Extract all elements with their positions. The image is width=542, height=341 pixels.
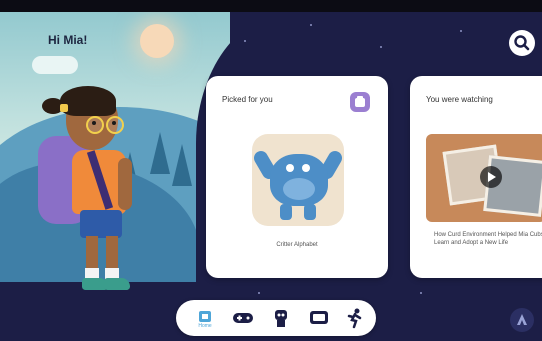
content-thumbnail[interactable] <box>252 134 344 226</box>
star <box>310 24 312 26</box>
search-button[interactable] <box>509 30 535 56</box>
search-icon <box>514 35 530 51</box>
nav-home-label: Home <box>198 323 212 329</box>
tree <box>172 144 192 186</box>
shorts <box>80 210 122 238</box>
tree <box>150 132 170 174</box>
card-title: You were watching <box>426 95 493 104</box>
content-title: Critter Alphabet <box>276 242 318 248</box>
nav-videos[interactable] <box>304 306 334 330</box>
account-button[interactable] <box>510 308 534 332</box>
gamepad-icon <box>233 313 253 323</box>
nav-activities[interactable] <box>340 306 370 330</box>
nav-games[interactable] <box>228 306 258 330</box>
app-screen: Hi Mia! Picked for you Critter Alphabet … <box>0 0 542 341</box>
collection-icon[interactable] <box>350 92 370 112</box>
glasses <box>86 116 124 134</box>
video-title: How Curd Environment Helped Mia Cubs Lea… <box>434 232 542 246</box>
star <box>460 30 462 32</box>
shoe <box>104 278 130 290</box>
greeting-text: Hi Mia! <box>48 33 88 47</box>
video-thumbnail[interactable] <box>426 134 542 222</box>
star <box>244 40 246 42</box>
star <box>258 292 260 294</box>
nav-characters[interactable] <box>266 306 296 330</box>
robot-icon <box>275 310 287 327</box>
nav-home[interactable]: Home <box>190 306 220 330</box>
tv-icon <box>310 311 328 324</box>
picked-for-you-card[interactable]: Picked for you Critter Alphabet <box>206 76 388 278</box>
sun <box>140 24 174 58</box>
hair <box>60 86 116 116</box>
status-bar <box>0 0 542 12</box>
card-title: Picked for you <box>222 95 273 104</box>
cloud <box>32 56 78 74</box>
star <box>380 46 382 48</box>
run-icon <box>347 308 362 329</box>
you-were-watching-card[interactable]: You were watching How Curd Environment H… <box>410 76 542 278</box>
play-icon[interactable] <box>480 166 502 188</box>
hero-illustration <box>0 12 230 341</box>
star <box>420 292 422 294</box>
account-icon <box>517 314 527 325</box>
hair-bow <box>60 104 68 112</box>
bottom-navigation: Home <box>176 300 376 336</box>
arm <box>118 158 132 210</box>
